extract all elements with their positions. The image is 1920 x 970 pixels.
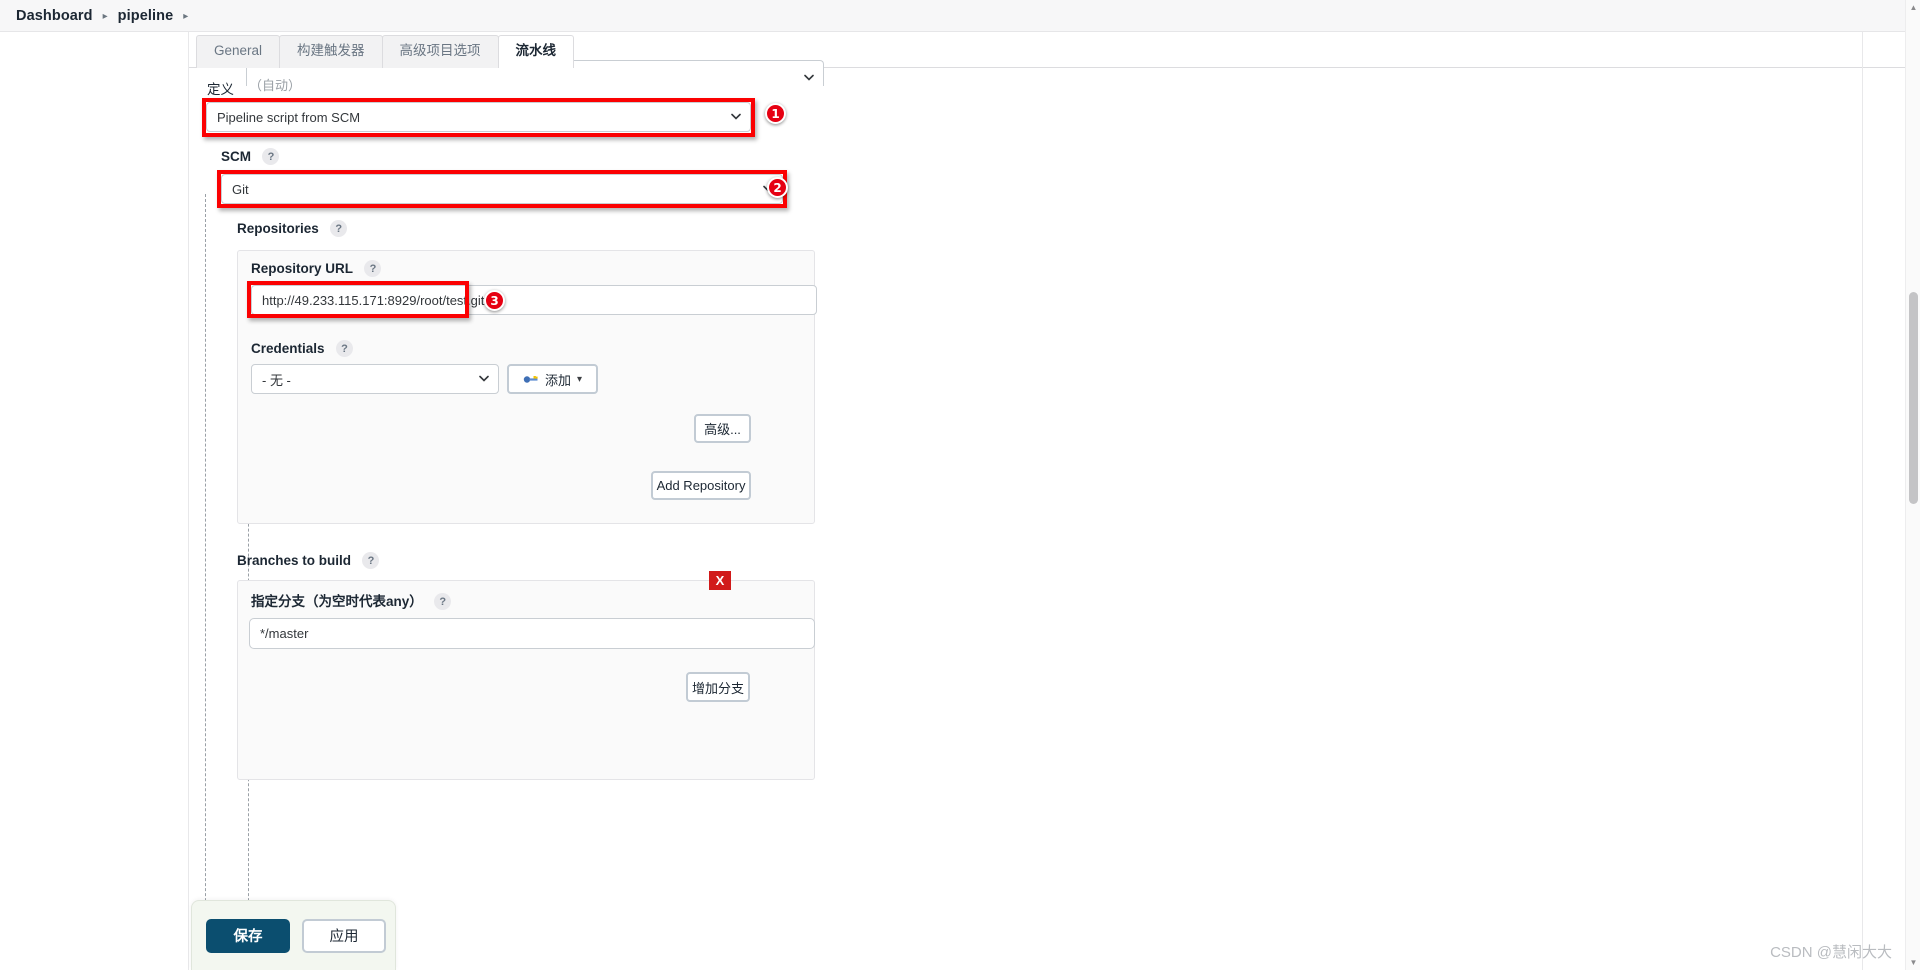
annotation-badge-1: 1: [765, 103, 786, 124]
branch-specifier-input[interactable]: */master: [249, 618, 815, 649]
scm-selected-value: Git: [232, 181, 249, 197]
repositories-label: Repositories: [237, 221, 319, 236]
add-credentials-label: 添加: [545, 372, 572, 388]
breadcrumb-dropdown-icon[interactable]: ▸: [183, 11, 188, 22]
repository-url-label: Repository URL: [251, 261, 354, 276]
content-right-border: [1862, 32, 1863, 970]
key-icon: [523, 373, 539, 385]
branch-specifier-label: 指定分支（为空时代表any）: [251, 594, 423, 609]
definition-select[interactable]: Pipeline script from SCM: [206, 102, 751, 132]
chevron-down-icon: [479, 374, 489, 384]
watermark: CSDN @慧闲大大: [1770, 944, 1892, 961]
repository-url-input[interactable]: http://49.233.115.171:8929/root/test.git: [251, 285, 817, 315]
scroll-up-icon[interactable]: ▲: [1906, 0, 1920, 15]
breadcrumb: Dashboard ▸ pipeline ▸: [0, 0, 1920, 32]
help-icon-credentials[interactable]: ?: [335, 340, 353, 358]
scm-select[interactable]: Git: [221, 174, 783, 204]
chevron-down-icon: ▾: [577, 373, 583, 385]
tab-general[interactable]: General: [196, 35, 281, 68]
scm-label: SCM: [221, 149, 251, 164]
branch-specifier-label-group: 指定分支（为空时代表any） ?: [251, 590, 452, 611]
chevron-down-icon: [804, 73, 814, 83]
apply-button[interactable]: 应用: [302, 918, 386, 953]
help-icon-branch-specifier[interactable]: ?: [434, 593, 452, 611]
tab-advanced-project-options[interactable]: 高级项目选项: [381, 35, 499, 68]
remove-branch-marker[interactable]: X: [709, 571, 731, 590]
help-icon-repository-url[interactable]: ?: [364, 260, 382, 278]
guide-rail-scm: [205, 194, 206, 966]
add-branch-button[interactable]: 增加分支: [686, 672, 750, 702]
tab-pipeline[interactable]: 流水线: [497, 35, 575, 69]
chevron-down-icon: [731, 112, 741, 122]
page-body: General 构建触发器 高级项目选项 流水线 定义 Pipeline scr…: [0, 32, 1920, 970]
scroll-down-icon[interactable]: ▼: [1906, 955, 1920, 970]
breadcrumb-item-pipeline[interactable]: pipeline: [118, 8, 174, 24]
breadcrumb-separator-icon: ▸: [102, 11, 108, 22]
tab-build-triggers[interactable]: 构建触发器: [279, 35, 383, 68]
help-icon-branches[interactable]: ?: [362, 552, 380, 570]
help-icon-repositories[interactable]: ?: [330, 220, 348, 238]
add-credentials-button[interactable]: 添加 ▾: [507, 364, 599, 394]
repository-url-value: http://49.233.115.171:8929/root/test.git: [262, 292, 485, 308]
credentials-selected-value: - 无 -: [262, 372, 291, 388]
form-action-bar: 保存 应用: [191, 900, 396, 970]
script-path-hint: （自动）: [249, 78, 302, 93]
repository-url-label-group: Repository URL ?: [251, 260, 382, 278]
config-tabs: General 构建触发器 高级项目选项 流水线: [189, 32, 1920, 69]
main-content: General 构建触发器 高级项目选项 流水线 定义 Pipeline scr…: [189, 32, 1920, 970]
repositories-label-group: Repositories ?: [237, 220, 348, 238]
annotation-badge-3: 3: [484, 290, 505, 311]
credentials-label: Credentials: [251, 341, 325, 356]
pipeline-form: 定义 Pipeline script from SCM 1 SCM ? Git: [189, 60, 1920, 966]
scrollbar-thumb[interactable]: [1909, 292, 1918, 504]
help-icon-scm[interactable]: ?: [262, 148, 280, 166]
definition-selected-value: Pipeline script from SCM: [217, 109, 361, 125]
branches-label-group: Branches to build ?: [237, 552, 380, 570]
annotation-badge-2: 2: [767, 177, 788, 198]
credentials-select[interactable]: - 无 -: [251, 364, 499, 394]
branches-to-build-label: Branches to build: [237, 553, 352, 568]
breadcrumb-item-dashboard[interactable]: Dashboard: [16, 8, 93, 24]
add-repository-button[interactable]: Add Repository: [651, 471, 751, 500]
left-gutter: [0, 32, 189, 970]
scm-label-group: SCM ?: [221, 148, 280, 166]
page-scrollbar[interactable]: ▲ ▼: [1905, 0, 1920, 970]
advanced-button[interactable]: 高级...: [694, 414, 751, 443]
branch-specifier-value: */master: [260, 626, 309, 641]
save-button[interactable]: 保存: [206, 918, 290, 953]
credentials-label-group: Credentials ?: [251, 340, 353, 358]
definition-label: 定义: [207, 82, 234, 97]
